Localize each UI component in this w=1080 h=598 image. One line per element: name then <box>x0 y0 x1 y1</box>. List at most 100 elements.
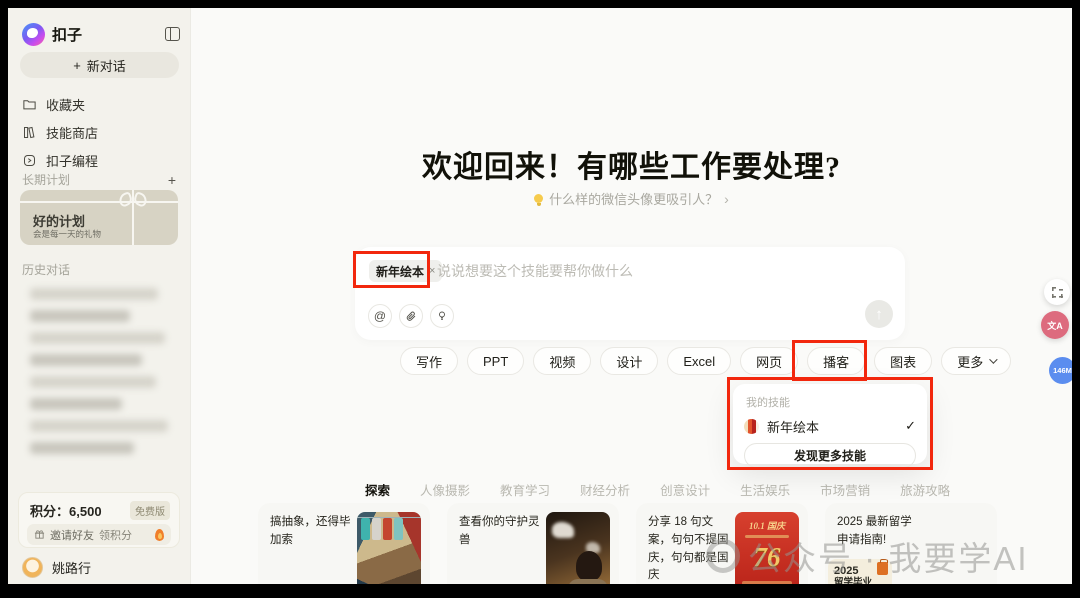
discover-more-skills-button[interactable]: 发现更多技能 <box>744 443 916 468</box>
app-window: 扣子 + 新对话 收藏夹 技能商店 扣子编程 长期计划 + 好的 <box>8 8 1072 584</box>
explore-card-picasso[interactable]: 搞抽象，还得毕加索 <box>258 503 430 584</box>
idea-button[interactable] <box>430 304 454 328</box>
sidebar-item-favorites[interactable]: 收藏夹 <box>22 94 85 114</box>
skills-dropdown: 我的技能 新年绘本 ✓ 发现更多技能 <box>733 384 927 464</box>
at-icon: @ <box>374 309 386 323</box>
plan-gift-card[interactable]: 好的计划 会是每一天的礼物 <box>20 190 178 245</box>
translate-icon: 文A <box>1047 319 1063 332</box>
history-section-label: 历史对话 <box>22 261 70 278</box>
long-term-plan-section: 长期计划 + <box>22 171 176 188</box>
history-item-blurred[interactable] <box>30 354 142 366</box>
skill-pill-writing[interactable]: 写作 <box>400 347 458 375</box>
invite-friends-button[interactable]: 邀请好友 领积分 <box>27 524 171 545</box>
explore-card-study-abroad[interactable]: 2025 最新留学申请指南! 2025 留学毕业 生申请指南 <box>825 503 997 584</box>
tab-explore[interactable]: 探索 <box>365 480 390 499</box>
tab-finance[interactable]: 财经分析 <box>580 480 630 499</box>
plus-icon: + <box>73 58 81 73</box>
skill-pill-ppt[interactable]: PPT <box>467 347 524 375</box>
user-profile[interactable]: 姚路行 <box>22 557 91 578</box>
points-card: 积分：6,500 免费版 邀请好友 领积分 <box>18 492 180 548</box>
explore-card-guardian-beast[interactable]: 查看你的守护灵兽 <box>447 503 619 584</box>
history-item-blurred[interactable] <box>30 310 130 322</box>
explore-card-row: 搞抽象，还得毕加索 查看你的守护灵兽 分享 18 句文案，句句不提国庆，句句都是… <box>258 503 997 584</box>
mention-button[interactable]: @ <box>368 304 392 328</box>
sidebar-collapse-icon[interactable] <box>165 27 180 41</box>
skill-tag[interactable]: 新年绘本 × <box>369 260 442 282</box>
skill-pill-chart[interactable]: 图表 <box>874 347 932 375</box>
send-button[interactable]: ↑ <box>865 300 893 328</box>
skill-tag-label: 新年绘本 <box>376 263 424 280</box>
chevron-down-icon <box>989 355 997 363</box>
grid-plus-icon <box>1052 287 1063 298</box>
skill-pill-podcast[interactable]: 播客 <box>807 347 865 375</box>
app-title: 扣子 <box>52 24 82 45</box>
code-icon <box>22 153 37 168</box>
chevron-right-icon: › <box>724 191 729 207</box>
card-image-guardian-beast <box>546 512 610 584</box>
check-icon: ✓ <box>905 418 916 434</box>
page-title: 欢迎回来！有哪些工作要处理? <box>191 142 1072 186</box>
explore-card-national-day[interactable]: 分享 18 句文案，句句不提国庆，句句都是国庆 10.1 国庆 76 <box>636 503 808 584</box>
history-item-blurred[interactable] <box>30 332 165 344</box>
skill-pill-design[interactable]: 设计 <box>600 347 658 375</box>
user-name: 姚路行 <box>52 558 91 577</box>
lightbulb-icon <box>436 310 448 322</box>
message-input[interactable] <box>437 259 837 283</box>
plan-card-subtitle: 会是每一天的礼物 <box>33 228 101 240</box>
sidebar: 扣子 + 新对话 收藏夹 技能商店 扣子编程 长期计划 + 好的 <box>8 8 191 584</box>
store-icon <box>22 125 37 140</box>
flame-icon <box>155 529 164 541</box>
avatar <box>22 557 43 578</box>
tab-portrait[interactable]: 人像摄影 <box>420 480 470 499</box>
widget-float-button[interactable] <box>1044 279 1070 305</box>
more-skills-button[interactable]: 更多 <box>941 347 1011 375</box>
explore-tabs: 探索 人像摄影 教育学习 财经分析 创意设计 生活娱乐 市场营销 旅游攻略 <box>365 480 950 499</box>
skill-pill-video[interactable]: 视频 <box>533 347 591 375</box>
folder-icon <box>22 97 37 112</box>
bulb-icon <box>534 194 543 203</box>
card-image-study-guide: 2025 留学毕业 生申请指南 <box>828 559 892 584</box>
sidebar-item-skill-store[interactable]: 技能商店 <box>22 122 98 142</box>
suitcase-icon <box>877 562 888 575</box>
composer-card: 新年绘本 × @ ↑ <box>355 247 905 340</box>
tab-lifestyle[interactable]: 生活娱乐 <box>740 480 790 499</box>
dropdown-section-label: 我的技能 <box>746 394 916 410</box>
tab-creative[interactable]: 创意设计 <box>660 480 710 499</box>
translate-float-button[interactable]: 文A <box>1041 311 1069 339</box>
tab-travel[interactable]: 旅游攻略 <box>900 480 950 499</box>
history-item-blurred[interactable] <box>30 288 158 300</box>
add-plan-button[interactable]: + <box>168 172 176 188</box>
tab-education[interactable]: 教育学习 <box>500 480 550 499</box>
tab-marketing[interactable]: 市场营销 <box>820 480 870 499</box>
coze-logo-icon <box>22 23 45 46</box>
arrow-up-icon: ↑ <box>875 306 883 323</box>
poster-national-number: 76 <box>735 542 799 573</box>
free-plan-badge[interactable]: 免费版 <box>130 501 170 520</box>
card-image-abstract-art <box>357 512 421 584</box>
history-list-blurred <box>30 288 170 464</box>
history-item-blurred[interactable] <box>30 398 122 410</box>
ribbon-decoration <box>20 201 178 203</box>
gift-icon <box>34 529 45 540</box>
app-logo-row: 扣子 <box>22 21 180 47</box>
poster-national-title: 10.1 国庆 <box>735 512 799 532</box>
sidebar-item-coze-coding[interactable]: 扣子编程 <box>22 150 98 170</box>
suggestion-link[interactable]: 什么样的微信头像更吸引人？ › <box>191 189 1072 208</box>
traffic-badge-button[interactable]: 146M <box>1049 357 1072 384</box>
history-item-blurred[interactable] <box>30 376 156 388</box>
skill-pill-excel[interactable]: Excel <box>667 347 731 375</box>
skill-pill-web[interactable]: 网页 <box>740 347 798 375</box>
history-item-blurred[interactable] <box>30 442 134 454</box>
remove-tag-icon[interactable]: × <box>429 265 435 277</box>
attach-button[interactable] <box>399 304 423 328</box>
main-area: 欢迎回来！有哪些工作要处理? 什么样的微信头像更吸引人？ › 新年绘本 × @ … <box>191 8 1072 584</box>
new-chat-button[interactable]: + 新对话 <box>20 52 179 78</box>
history-item-blurred[interactable] <box>30 420 168 432</box>
skill-book-icon <box>744 419 759 434</box>
points-label: 积分：6,500 <box>30 501 102 520</box>
paperclip-icon <box>405 310 417 322</box>
dropdown-item-new-year-book[interactable]: 新年绘本 ✓ <box>744 415 916 437</box>
points-value: 6,500 <box>69 504 102 519</box>
skill-shortcut-row: 写作 PPT 视频 设计 Excel 网页 播客 图表 更多 <box>400 347 1011 375</box>
card-image-national-day: 10.1 国庆 76 <box>735 512 799 584</box>
